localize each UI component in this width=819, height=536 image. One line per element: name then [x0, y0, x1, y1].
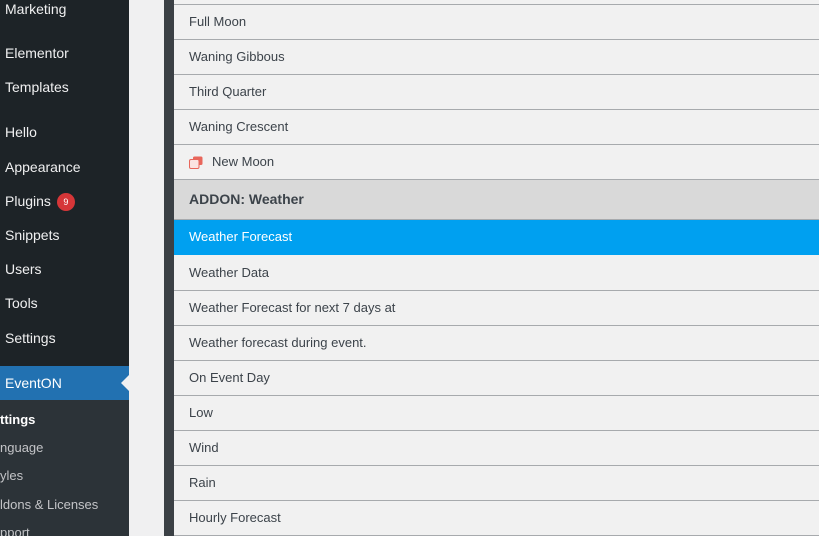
- list-item-wind[interactable]: Wind: [174, 431, 819, 466]
- menu-item-settings[interactable]: Settings: [5, 329, 56, 347]
- list-item-waning-gibbous[interactable]: Waning Gibbous: [174, 40, 819, 75]
- update-count-badge: 9: [56, 193, 75, 211]
- list-item-low[interactable]: Low: [174, 396, 819, 431]
- menu-item-eventon-label: EventON: [5, 375, 62, 391]
- list-item-label: On Event Day: [189, 370, 270, 385]
- list-item-label: New Moon: [212, 154, 275, 169]
- list-item-label: Weather forecast during event.: [189, 335, 367, 350]
- settings-tab-rail: [164, 0, 174, 536]
- submenu-item-styles[interactable]: yles: [0, 468, 23, 484]
- submenu-item-support[interactable]: pport: [0, 525, 30, 536]
- list-item-label: Low: [189, 405, 213, 420]
- list-item-label: Weather Forecast: [189, 229, 293, 244]
- content-gutter: [129, 0, 144, 536]
- list-item-label: Wind: [189, 440, 219, 455]
- list-item-on-event-day[interactable]: On Event Day: [174, 361, 819, 396]
- current-menu-arrow: [121, 375, 129, 391]
- language-settings-list: Full Moon Waning Gibbous Third Quarter W…: [174, 0, 819, 536]
- list-item-weather-data[interactable]: Weather Data: [174, 256, 819, 291]
- menu-item-marketing[interactable]: Marketing: [5, 0, 66, 18]
- menu-item-hello[interactable]: Hello: [5, 123, 37, 141]
- menu-item-elementor[interactable]: Elementor: [5, 44, 69, 62]
- submenu-item-settings[interactable]: ttings: [0, 412, 35, 428]
- section-header-label: ADDON: Weather: [189, 191, 304, 207]
- list-item-label: Waning Crescent: [189, 119, 289, 134]
- list-item-new-moon[interactable]: New Moon: [174, 145, 819, 180]
- eventon-submenu: ttings nguage yles ldons & Licenses ppor…: [0, 400, 129, 536]
- menu-item-plugins-label: Plugins: [5, 193, 51, 209]
- list-item-hourly-forecast[interactable]: Hourly Forecast: [174, 501, 819, 536]
- menu-item-plugins[interactable]: Plugins 9: [5, 192, 75, 211]
- list-item-weather-forecast-7-days[interactable]: Weather Forecast for next 7 days at: [174, 291, 819, 326]
- list-item-label: Hourly Forecast: [189, 510, 281, 525]
- list-item-rain[interactable]: Rain: [174, 466, 819, 501]
- list-item-label: Waning Gibbous: [189, 49, 285, 64]
- list-item-waning-crescent[interactable]: Waning Crescent: [174, 110, 819, 145]
- section-header-addon-weather: ADDON: Weather: [174, 180, 819, 220]
- menu-item-tools[interactable]: Tools: [5, 294, 38, 312]
- list-item-third-quarter[interactable]: Third Quarter: [174, 75, 819, 110]
- list-item-label: Rain: [189, 475, 216, 490]
- list-item-weather-during-event[interactable]: Weather forecast during event.: [174, 326, 819, 361]
- list-item-weather-forecast[interactable]: Weather Forecast: [174, 220, 819, 255]
- submenu-item-language[interactable]: nguage: [0, 440, 43, 456]
- submenu-item-addons-licenses[interactable]: ldons & Licenses: [0, 497, 98, 513]
- menu-item-users[interactable]: Users: [5, 260, 42, 278]
- copy-icon[interactable]: [189, 156, 203, 169]
- list-item-label: Third Quarter: [189, 84, 267, 99]
- list-item-label: Weather Data: [189, 265, 269, 280]
- list-item-full-moon[interactable]: Full Moon: [174, 5, 819, 40]
- menu-item-templates[interactable]: Templates: [5, 78, 69, 96]
- menu-item-snippets[interactable]: Snippets: [5, 226, 59, 244]
- menu-item-appearance[interactable]: Appearance: [5, 158, 81, 176]
- admin-sidebar: Marketing Elementor Templates Hello Appe…: [0, 0, 129, 536]
- menu-item-eventon[interactable]: EventON: [0, 366, 129, 400]
- list-item-label: Weather Forecast for next 7 days at: [189, 300, 396, 315]
- list-item-label: Full Moon: [189, 14, 247, 29]
